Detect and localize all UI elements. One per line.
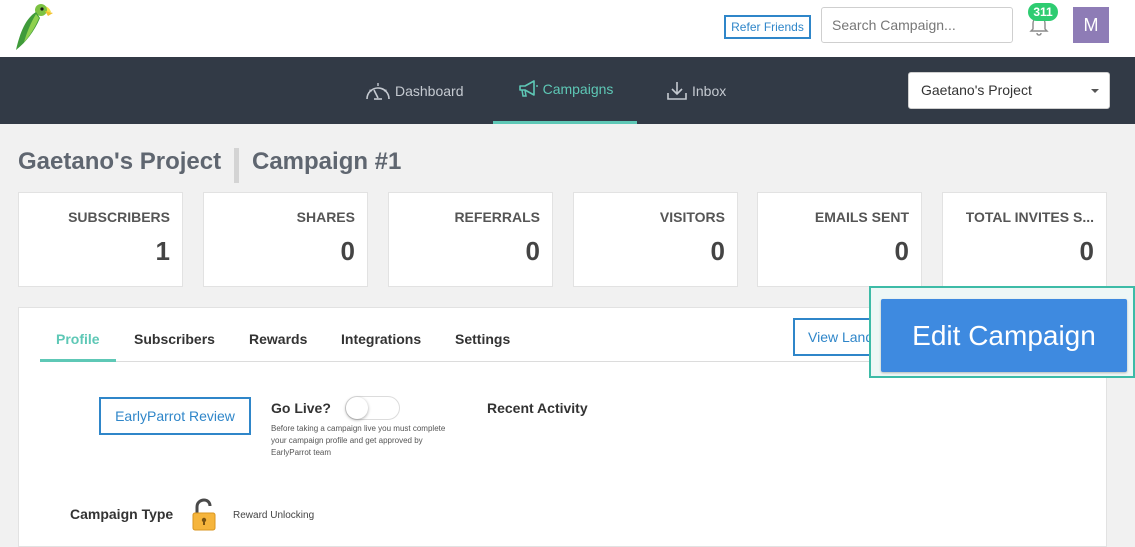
download-inbox-icon — [667, 81, 687, 100]
nav-inbox-label: Inbox — [692, 82, 727, 99]
stat-card-emails-sent: EMAILS SENT 0 — [757, 192, 922, 287]
campaign-type-value: Reward Unlocking — [233, 510, 315, 521]
toggle-knob — [346, 397, 368, 419]
stat-card-subscribers: SUBSCRIBERS 1 — [18, 192, 183, 287]
main-nav: Dashboard Campaigns Inbox Gaetano's Proj… — [0, 57, 1135, 124]
stat-label: REFERRALS — [454, 209, 540, 225]
tab-subscribers[interactable]: Subscribers — [134, 331, 215, 347]
stat-value: 0 — [525, 236, 540, 266]
search-campaign-input[interactable] — [821, 7, 1013, 43]
go-live-note: Before taking a campaign live you must c… — [271, 424, 446, 457]
tab-rewards[interactable]: Rewards — [249, 331, 307, 347]
speedometer-icon — [366, 82, 390, 100]
megaphone-icon — [518, 80, 538, 97]
stat-value: 0 — [1079, 236, 1094, 266]
top-bar: Refer Friends 311 M — [0, 0, 1135, 57]
earlyparrot-review-button[interactable]: EarlyParrot Review — [99, 397, 251, 435]
refer-friends-button[interactable]: Refer Friends — [724, 15, 811, 39]
stat-card-shares: SHARES 0 — [203, 192, 368, 287]
user-avatar[interactable]: M — [1073, 7, 1109, 43]
stat-value: 0 — [340, 236, 355, 266]
stat-value: 1 — [155, 236, 170, 266]
tab-integrations[interactable]: Integrations — [341, 331, 421, 347]
project-select[interactable]: Gaetano's Project — [908, 72, 1110, 109]
recent-activity-heading: Recent Activity — [487, 400, 588, 416]
go-live-label: Go Live? — [271, 400, 331, 416]
stat-card-referrals: REFERRALS 0 — [388, 192, 553, 287]
stat-card-visitors: VISITORS 0 — [573, 192, 738, 287]
edit-campaign-button[interactable]: Edit Campaign — [881, 299, 1127, 372]
stat-label: EMAILS SENT — [814, 209, 909, 225]
tab-profile[interactable]: Profile — [56, 331, 100, 347]
nav-dashboard[interactable]: Dashboard — [365, 57, 464, 124]
breadcrumb-project[interactable]: Gaetano's Project — [18, 148, 221, 176]
stat-label: TOTAL INVITES S... — [965, 209, 1094, 225]
unlocked-padlock-icon — [192, 498, 216, 531]
stat-label: VISITORS — [659, 209, 725, 225]
stat-label: SUBSCRIBERS — [68, 209, 170, 225]
active-tab-indicator — [40, 359, 116, 362]
notification-count-badge: 311 — [1028, 3, 1058, 21]
page-title: Campaign #1 — [252, 148, 402, 175]
nav-inbox[interactable]: Inbox — [666, 57, 726, 124]
nav-campaigns[interactable]: Campaigns — [493, 57, 637, 124]
stat-value: 0 — [710, 236, 725, 266]
go-live-toggle[interactable] — [345, 396, 400, 420]
campaign-type-label: Campaign Type — [70, 506, 174, 522]
stat-value: 0 — [894, 236, 909, 266]
nav-campaigns-label: Campaigns — [542, 81, 614, 97]
parrot-logo-icon[interactable] — [12, 2, 54, 52]
project-select-value: Gaetano's Project — [921, 82, 1032, 98]
nav-dashboard-label: Dashboard — [395, 82, 464, 99]
caret-down-icon — [1091, 89, 1099, 93]
stat-label: SHARES — [296, 209, 355, 225]
breadcrumb-divider — [234, 148, 239, 183]
stat-card-total-invites: TOTAL INVITES S... 0 — [942, 192, 1107, 287]
tab-settings[interactable]: Settings — [455, 331, 510, 347]
